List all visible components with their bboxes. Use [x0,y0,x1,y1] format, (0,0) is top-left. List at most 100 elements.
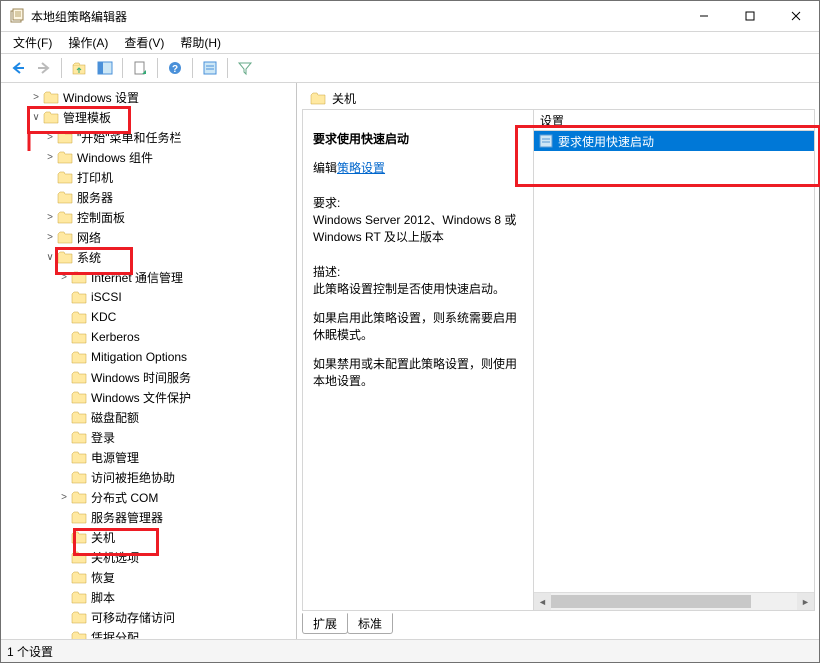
tree-item[interactable]: 服务器 [1,187,296,207]
toolbar: ? [1,54,819,83]
tree-item[interactable]: 磁盘配额 [1,407,296,427]
minimize-button[interactable] [681,1,727,31]
tree-pane[interactable]: > Windows 设置∨管理模板 > "开始"菜单和任务栏 > Windows 组件打印… [1,83,297,639]
right-pane: 关机 要求使用快速启动 编辑策略设置 要求:Windows Server 201… [297,83,819,639]
menu-action[interactable]: 操作(A) [60,32,116,53]
policy-icon [538,133,554,149]
tree-item[interactable]: > "开始"菜单和任务栏 [1,127,296,147]
tree-item-label: 关机选项 [91,549,139,566]
expand-icon[interactable]: > [43,232,57,243]
tree-item[interactable]: KDC [1,307,296,327]
tree-item-label: 关机 [91,529,115,546]
tree-item-label: 分布式 COM [91,489,158,506]
filter-button[interactable] [234,57,256,79]
edit-policy-link[interactable]: 策略设置 [337,161,385,175]
tree-item-label: 恢复 [91,569,115,586]
expand-icon[interactable]: ∨ [29,112,43,123]
tree-item[interactable]: 恢复 [1,567,296,587]
titlebar: 本地组策略编辑器 [1,1,819,32]
tree-item-label: 控制面板 [77,209,125,226]
tree-item[interactable]: > Windows 设置 [1,87,296,107]
tree-item-label: "开始"菜单和任务栏 [77,129,182,146]
tree-item[interactable]: >网络 [1,227,296,247]
tree-item[interactable]: ∨ 系统 [1,247,296,267]
req-text: Windows Server 2012、Windows 8 或 Windows … [313,213,516,244]
tree-item-label: Mitigation Options [91,350,187,364]
tree-item[interactable]: 服务器管理器 [1,507,296,527]
description-pane: 要求使用快速启动 编辑策略设置 要求: Windows Server 2012、W… [303,110,533,610]
tree-item[interactable]: 关机 [1,527,296,547]
scroll-right-icon[interactable]: ► [797,593,814,610]
tree-item[interactable]: 凭据分配 [1,627,296,639]
tree-item[interactable]: 打印机 [1,167,296,187]
tree-item-label: Windows 设置 [63,89,139,106]
tree-item[interactable]: > 控制面板 [1,207,296,227]
tree-item-label: 电源管理 [91,449,139,466]
edit-label: 编辑 [313,161,337,175]
scroll-thumb[interactable] [551,595,751,608]
tree-item-label: 登录 [91,429,115,446]
tree-item[interactable]: 电源管理 [1,447,296,467]
expand-icon[interactable]: > [43,212,57,223]
menu-help[interactable]: 帮助(H) [172,32,229,53]
forward-button[interactable] [33,57,55,79]
expand-icon[interactable]: > [57,492,71,503]
horizontal-scrollbar[interactable]: ◄ ► [534,592,814,610]
tree-item-label: Windows 文件保护 [91,389,191,406]
expand-icon[interactable]: > [43,132,57,143]
tree-item-label: 打印机 [77,169,113,186]
column-header-setting[interactable]: 设置 [534,110,814,131]
req-label: 要求: [313,196,340,210]
tree-item[interactable]: 关机选项 [1,547,296,567]
tree-item[interactable]: iSCSI [1,287,296,307]
properties-button[interactable] [199,57,221,79]
desc-label: 描述: [313,265,340,279]
expand-icon[interactable]: > [57,272,71,283]
show-hide-tree-button[interactable] [94,57,116,79]
list-item[interactable]: 要求使用快速启动 [534,131,814,151]
tree-item[interactable]: Kerberos [1,327,296,347]
close-button[interactable] [773,1,819,31]
menu-file[interactable]: 文件(F) [5,32,60,53]
tree-item[interactable]: Windows 时间服务 [1,367,296,387]
tree-item[interactable]: ∨管理模板 [1,107,296,127]
up-button[interactable] [68,57,90,79]
tree-item-label: Windows 组件 [77,149,153,166]
window-title: 本地组策略编辑器 [31,8,681,25]
tree-item-label: 系统 [77,249,101,266]
tree-item[interactable]: 访问被拒绝协助 [1,467,296,487]
tree-item-label: 脚本 [91,589,115,606]
app-icon [9,8,25,24]
tree-item[interactable]: > Windows 组件 [1,147,296,167]
settings-list[interactable]: 设置 要求使用快速启动 ◄ ► [533,110,814,610]
expand-icon[interactable]: > [29,92,43,103]
tree-item[interactable]: Mitigation Options [1,347,296,367]
tree-item-label: 服务器 [77,189,113,206]
tab-standard[interactable]: 标准 [347,613,393,634]
tab-extended[interactable]: 扩展 [302,613,348,634]
tree-item-label: 磁盘配额 [91,409,139,426]
view-tabs: 扩展 标准 [302,611,815,635]
desc-title: 要求使用快速启动 [313,132,409,146]
tree-item-label: Windows 时间服务 [91,369,191,386]
tree-item-label: 凭据分配 [91,629,139,640]
expand-icon[interactable]: > [43,152,57,163]
back-button[interactable] [7,57,29,79]
content: > Windows 设置∨管理模板 > "开始"菜单和任务栏 > Windows 组件打印… [1,83,819,639]
desc-text2: 如果启用此策略设置，则系统需要启用休眠模式。 [313,311,517,342]
tree-item[interactable]: >Internet 通信管理 [1,267,296,287]
tree-item[interactable]: 可移动存储访问 [1,607,296,627]
menu-view[interactable]: 查看(V) [116,32,172,53]
tree-item[interactable]: Windows 文件保护 [1,387,296,407]
help-button[interactable]: ? [164,57,186,79]
expand-icon[interactable]: ∨ [43,252,57,263]
maximize-button[interactable] [727,1,773,31]
status-text: 1 个设置 [7,643,53,660]
tree-item[interactable]: > 分布式 COM [1,487,296,507]
export-button[interactable] [129,57,151,79]
desc-text1: 此策略设置控制是否使用快速启动。 [313,282,505,296]
tree-item[interactable]: 登录 [1,427,296,447]
tree-item[interactable]: 脚本 [1,587,296,607]
statusbar: 1 个设置 [1,639,819,662]
scroll-left-icon[interactable]: ◄ [534,593,551,610]
